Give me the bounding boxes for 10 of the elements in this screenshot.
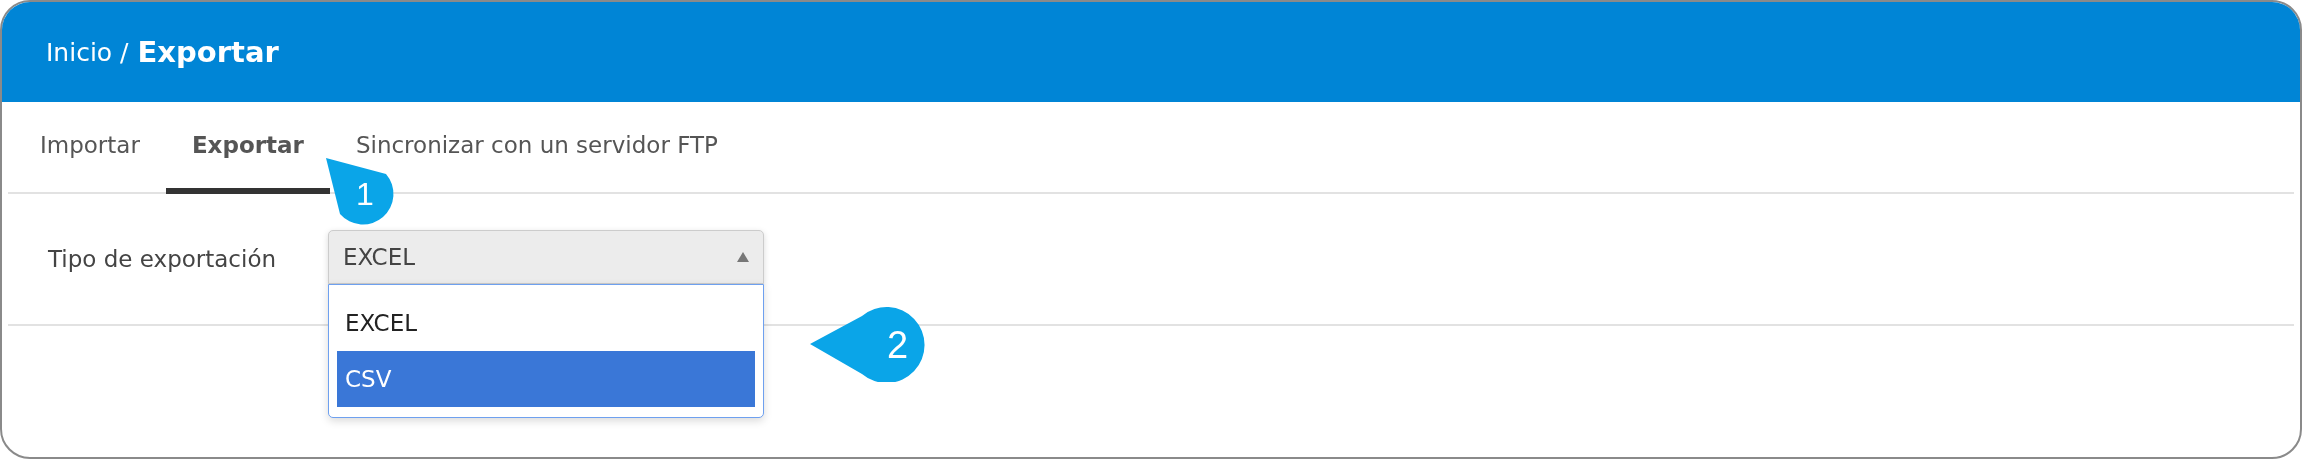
field-label: Tipo de exportación <box>48 246 278 272</box>
page-title: Exportar <box>137 35 279 69</box>
callout-number: 1 <box>356 176 374 213</box>
dropdown-option[interactable]: CSV <box>337 351 755 407</box>
caret-icon <box>737 252 749 262</box>
dropdown-option[interactable]: EXCEL <box>337 295 755 351</box>
breadcrumb-link[interactable]: Inicio / <box>46 37 129 67</box>
export-type-select[interactable]: EXCEL <box>328 230 764 284</box>
callout-number: 2 <box>887 324 909 367</box>
tab[interactable]: Importar <box>32 102 166 194</box>
